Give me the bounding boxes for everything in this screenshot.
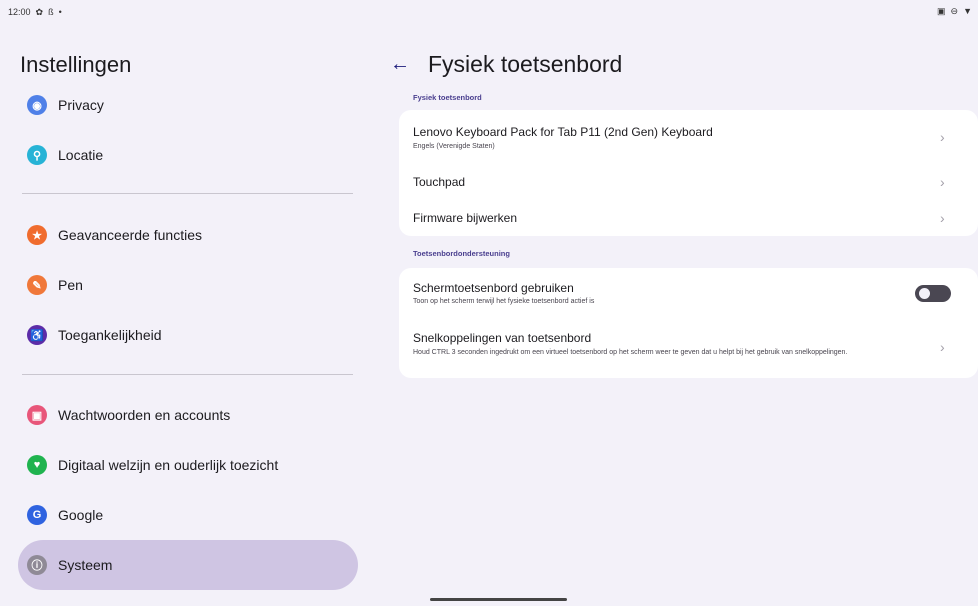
section-header-physical-keyboard: Fysiek toetsenbord <box>413 93 482 102</box>
accessibility-icon: ♿ <box>27 325 47 345</box>
star-icon: ★ <box>27 225 47 245</box>
keyboard-shortcuts-row[interactable]: Snelkoppelingen van toetsenbord Houd CTR… <box>399 318 978 378</box>
divider <box>22 374 353 375</box>
onscreen-keyboard-toggle[interactable] <box>915 285 951 302</box>
toggle-knob <box>919 288 930 299</box>
sidebar-item-systeem[interactable]: ⓘ Systeem <box>18 540 358 590</box>
sidebar-item-label: Wachtwoorden en accounts <box>58 407 231 423</box>
back-arrow-icon[interactable]: ← <box>390 53 412 75</box>
sidebar-item-toegankelijkheid[interactable]: ♿ Toegankelijkheid <box>18 310 358 360</box>
touchpad-title: Touchpad <box>413 175 466 189</box>
firmware-title: Firmware bijwerken <box>413 211 518 225</box>
settings-sidebar: Instellingen ◉ Privacy ⚲ Locatie ★ Geava… <box>0 0 376 606</box>
touchpad-row[interactable]: Touchpad › <box>399 162 978 198</box>
shortcuts-desc: Houd CTRL 3 seconden ingedrukt om een vi… <box>413 349 848 356</box>
keyboard-row[interactable]: Lenovo Keyboard Pack for Tab P11 (2nd Ge… <box>399 110 978 162</box>
pen-icon: ✎ <box>27 275 47 295</box>
sidebar-item-label: Toegankelijkheid <box>58 327 162 343</box>
google-icon: G <box>27 505 47 525</box>
account-icon: ▣ <box>27 405 47 425</box>
sidebar-item-label: Geavanceerde functies <box>58 227 202 243</box>
onscreen-keyboard-desc: Toon op het scherm terwijl het fysieke t… <box>413 298 595 305</box>
sidebar-item-google[interactable]: G Google <box>18 490 358 540</box>
shortcuts-title: Snelkoppelingen van toetsenbord <box>413 331 592 345</box>
gesture-nav-handle[interactable] <box>430 598 567 601</box>
sidebar-item-wachtwoorden[interactable]: ▣ Wachtwoorden en accounts <box>18 390 358 440</box>
status-right: ▣ ⊖ ▼ <box>937 7 972 16</box>
chevron-right-icon: › <box>940 174 945 190</box>
wifi-icon: ▼ <box>963 6 972 16</box>
keyboard-language: Engels (Verenigde Staten) <box>413 143 495 150</box>
sidebar-item-label: Google <box>58 507 104 523</box>
firmware-row[interactable]: Firmware bijwerken › <box>399 198 978 236</box>
keyboard-support-card: Schermtoetsenbord gebruiken Toon op het … <box>399 268 978 378</box>
dnd-icon: ⊖ <box>950 6 959 16</box>
sidebar-item-label: Locatie <box>58 147 104 163</box>
sidebar-item-label: Pen <box>58 277 83 293</box>
sidebar-title: Instellingen <box>20 52 132 77</box>
onscreen-keyboard-row[interactable]: Schermtoetsenbord gebruiken Toon op het … <box>399 268 978 318</box>
page-title: Fysiek toetsenbord <box>428 51 623 77</box>
system-icon: ⓘ <box>27 555 47 575</box>
sidebar-item-label: Digitaal welzijn en ouderlijk toezicht <box>58 457 279 473</box>
wellbeing-icon: ♥ <box>27 455 47 475</box>
sidebar-item-pen[interactable]: ✎ Pen <box>18 260 358 310</box>
chevron-right-icon: › <box>940 129 945 145</box>
sidebar-item-locatie[interactable]: ⚲ Locatie <box>18 130 358 180</box>
onscreen-keyboard-title: Schermtoetsenbord gebruiken <box>413 281 574 295</box>
keyboard-title: Lenovo Keyboard Pack for Tab P11 (2nd Ge… <box>413 125 713 139</box>
section-header-keyboard-support: Toetsenbordondersteuning <box>413 249 510 258</box>
chevron-right-icon: › <box>940 210 945 226</box>
cast-icon: ▣ <box>937 6 946 16</box>
divider <box>22 193 353 194</box>
sidebar-item-label: Privacy <box>58 97 104 113</box>
chevron-right-icon: › <box>940 339 945 355</box>
sidebar-item-label: Systeem <box>58 557 113 573</box>
privacy-icon: ◉ <box>27 95 47 115</box>
location-icon: ⚲ <box>27 145 47 165</box>
sidebar-item-geavanceerde-functies[interactable]: ★ Geavanceerde functies <box>18 210 358 260</box>
sidebar-item-digitaal-welzijn[interactable]: ♥ Digitaal welzijn en ouderlijk toezicht <box>18 440 358 490</box>
physical-keyboard-card: Lenovo Keyboard Pack for Tab P11 (2nd Ge… <box>399 110 978 236</box>
sidebar-item-privacy[interactable]: ◉ Privacy <box>18 80 358 130</box>
